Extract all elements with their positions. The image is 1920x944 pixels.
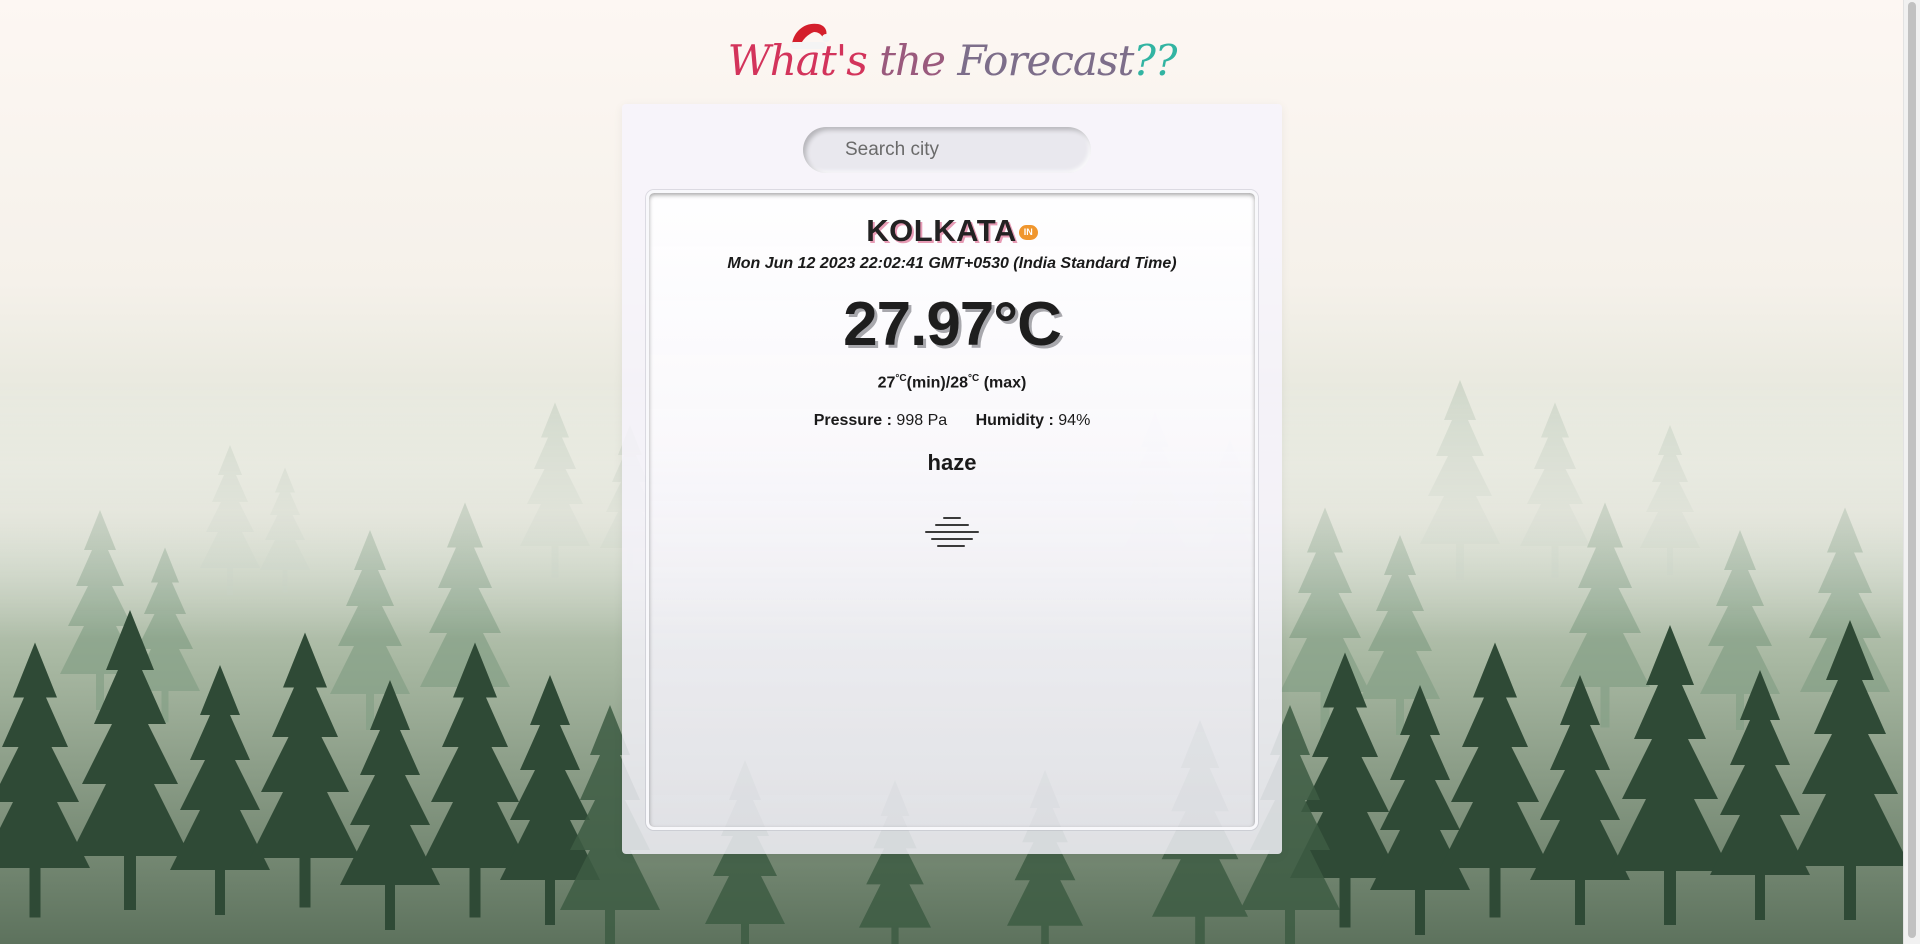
min-label: (min)/ [906, 374, 951, 392]
min-temp-unit: °C [895, 373, 907, 384]
city-name: KOLKATA [866, 213, 1017, 248]
local-datetime: Mon Jun 12 2023 22:02:41 GMT+0530 (India… [727, 255, 1177, 272]
weather-stats: Pressure : 998 Pa Humidity : 94% [649, 412, 1255, 430]
country-code-badge: IN [1018, 225, 1038, 240]
title-word-the: the [879, 36, 946, 85]
haze-icon [925, 517, 979, 547]
min-temp-value: 27 [877, 374, 896, 392]
title-question-marks: ?? [1133, 36, 1177, 85]
humidity-value: 94% [1058, 412, 1091, 429]
max-temp-value: 28 [950, 374, 968, 392]
pressure-stat: Pressure : 998 Pa [814, 412, 947, 430]
max-temp-unit: °C [968, 373, 980, 384]
search-city-input[interactable] [803, 127, 1091, 173]
humidity-stat: Humidity : 94% [976, 412, 1091, 430]
weather-description: haze [927, 450, 977, 475]
pressure-label: Pressure : [813, 412, 892, 429]
weather-panel: KOLKATAIN Mon Jun 12 2023 22:02:41 GMT+0… [622, 104, 1282, 854]
app-title: What's the Forecast?? [0, 23, 1904, 85]
scrollbar-thumb[interactable] [1908, 2, 1916, 938]
title-word-forecast: Forecast [957, 36, 1134, 85]
weather-card: KOLKATA IN Mon Jun 12 2023 22:02:41 GMT+0… [646, 190, 1258, 830]
current-temperature: 27.97°C [843, 290, 1062, 359]
pressure-value: 998 Pa [896, 412, 948, 429]
city-row: KOLKATA IN [649, 213, 1255, 249]
humidity-label: Humidity : [975, 412, 1054, 429]
santa-hat-icon [790, 23, 830, 49]
page-scrollbar[interactable] [1903, 0, 1920, 944]
max-label: (max) [983, 374, 1027, 392]
min-max-temperature: 27°C(min)/28°C (max) [649, 373, 1255, 392]
